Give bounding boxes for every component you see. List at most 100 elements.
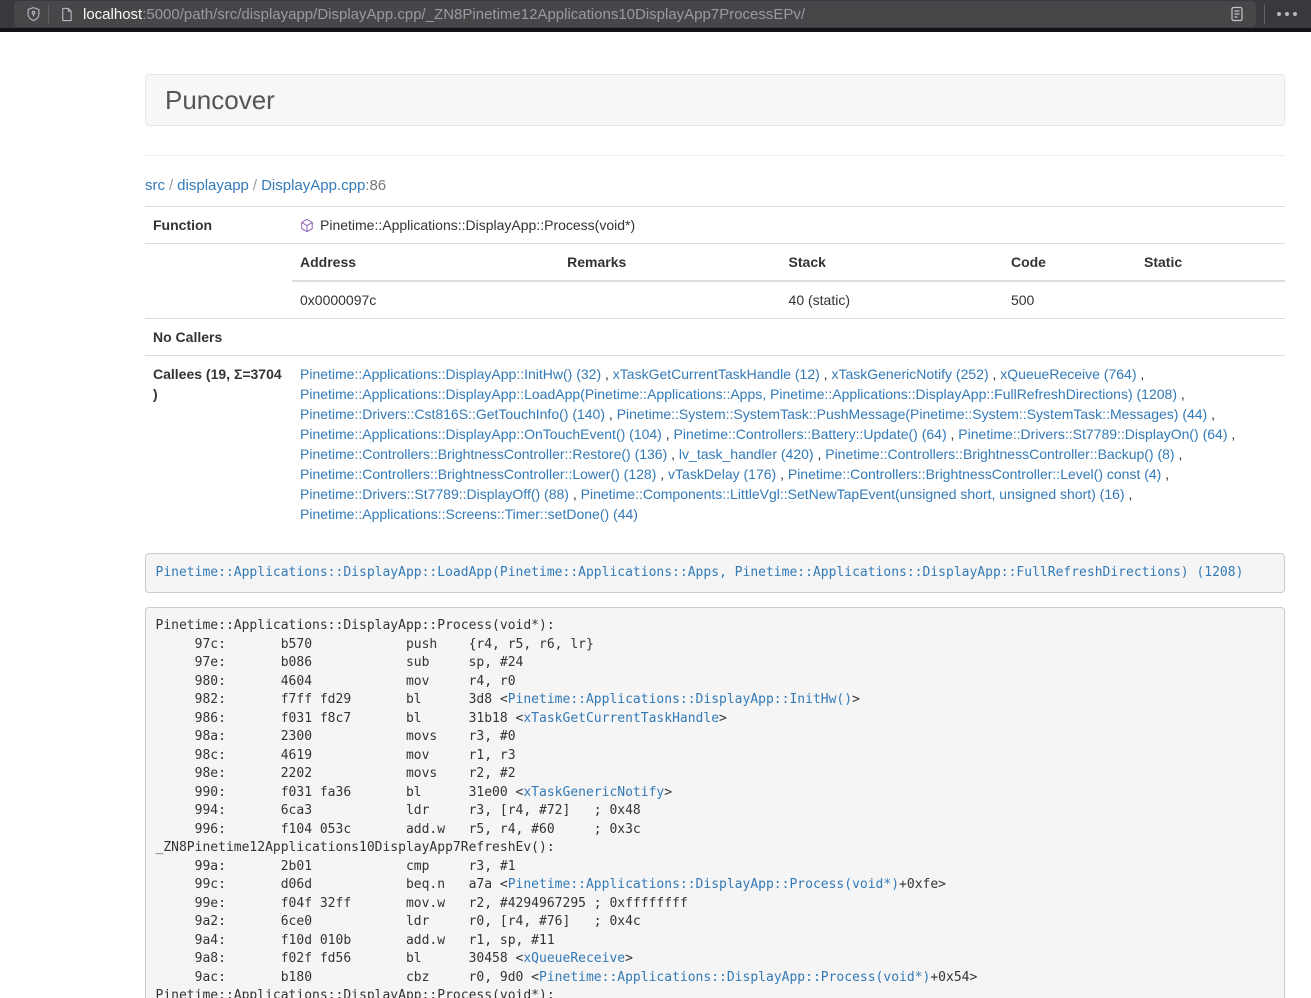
asm-text: 98c: 4619 mov r1, r3	[156, 748, 516, 763]
asm-text: Pinetime::Applications::DisplayApp::Proc…	[156, 618, 555, 633]
asm-text: 986: f031 f8c7 bl 31b18 <	[156, 711, 524, 726]
asm-text: >	[625, 951, 633, 966]
asm-text: >	[664, 785, 672, 800]
breadcrumb-link-src[interactable]: src	[145, 177, 165, 194]
address-bar[interactable]: localhost:5000/path/src/displayapp/Displ…	[14, 1, 1256, 27]
function-label: Function	[145, 207, 292, 244]
callee-link[interactable]: xTaskGetCurrentTaskHandle (12)	[613, 366, 820, 382]
breadcrumb-link-file[interactable]: DisplayApp.cpp	[261, 177, 365, 194]
browser-toolbar: localhost:5000/path/src/displayapp/Displ…	[0, 0, 1311, 32]
column-static: Static	[1136, 244, 1285, 281]
callee-separator: ,	[1161, 466, 1169, 482]
callee-separator: ,	[1175, 446, 1183, 462]
code-value: 500	[1003, 281, 1136, 318]
callee-link[interactable]: vTaskDelay (176)	[668, 466, 776, 482]
table-row: No Callers	[145, 319, 1285, 356]
table-row: Address Remarks Stack Code Static 0x0000…	[145, 244, 1285, 319]
callee-link[interactable]: Pinetime::Components::LittleVgl::SetNewT…	[581, 486, 1125, 502]
asm-symbol-link[interactable]: Pinetime::Applications::DisplayApp::Proc…	[539, 970, 930, 985]
callees-list: Pinetime::Applications::DisplayApp::Init…	[292, 356, 1285, 533]
callee-separator: ,	[1228, 426, 1236, 442]
breadcrumb-link-displayapp[interactable]: displayapp	[177, 177, 249, 194]
asm-text: 98a: 2300 movs r3, #0	[156, 729, 516, 744]
callee-link[interactable]: Pinetime::Drivers::St7789::DisplayOn() (…	[958, 426, 1227, 442]
callee-link[interactable]: xQueueReceive (764)	[1000, 366, 1136, 382]
callee-separator: ,	[1136, 366, 1144, 382]
asm-text: 98e: 2202 movs r2, #2	[156, 766, 516, 781]
url-path: :5000/path/src/displayapp/DisplayApp.cpp…	[142, 6, 805, 23]
callee-link[interactable]: xTaskGenericNotify (252)	[831, 366, 988, 382]
toolbar-separator	[1264, 4, 1265, 24]
callee-separator: ,	[776, 466, 788, 482]
callee-link[interactable]: Pinetime::Applications::DisplayApp::OnTo…	[300, 426, 662, 442]
remarks-value	[559, 281, 780, 318]
brand-header: Puncover	[145, 74, 1285, 126]
asm-text: 9a2: 6ce0 ldr r0, [r4, #76] ; 0x4c	[156, 914, 641, 929]
callee-link[interactable]: Pinetime::Controllers::BrightnessControl…	[300, 446, 667, 462]
address-value: 0x0000097c	[292, 281, 559, 318]
callee-separator: ,	[814, 446, 826, 462]
callee-link[interactable]: Pinetime::Applications::DisplayApp::Load…	[300, 386, 1177, 402]
callee-link[interactable]: Pinetime::Applications::Screens::Timer::…	[300, 506, 638, 522]
column-address: Address	[292, 244, 559, 281]
callee-separator: ,	[605, 406, 617, 422]
breadcrumb-separator: /	[165, 177, 177, 194]
no-callers-value	[292, 319, 1285, 356]
reader-mode-icon[interactable]	[1226, 3, 1248, 25]
urlbar-separator	[48, 5, 49, 23]
menu-icon[interactable]	[1273, 6, 1301, 22]
callees-label: Callees (19, Σ=3704 )	[145, 356, 292, 533]
callee-link[interactable]: Pinetime::Applications::DisplayApp::Init…	[300, 366, 601, 382]
asm-text: 994: 6ca3 ldr r3, [r4, #72] ; 0x48	[156, 803, 641, 818]
column-stack: Stack	[781, 244, 1003, 281]
no-callers-label: No Callers	[145, 319, 292, 356]
url-text: localhost:5000/path/src/displayapp/Displ…	[83, 6, 1226, 23]
symbol-cube-icon	[300, 218, 314, 233]
callee-link[interactable]: Pinetime::Controllers::BrightnessControl…	[825, 446, 1174, 462]
asm-symbol-link[interactable]: xTaskGetCurrentTaskHandle	[523, 711, 719, 726]
callee-link[interactable]: Pinetime::Controllers::Battery::Update()…	[674, 426, 947, 442]
caller-snippet-block: Pinetime::Applications::DisplayApp::Load…	[145, 553, 1285, 593]
column-code: Code	[1003, 244, 1136, 281]
symbol-stats-table: Address Remarks Stack Code Static 0x0000…	[292, 244, 1285, 318]
asm-symbol-link[interactable]: Pinetime::Applications::DisplayApp::Init…	[508, 692, 852, 707]
callee-link[interactable]: Pinetime::Controllers::BrightnessControl…	[300, 466, 656, 482]
asm-text: 996: f104 053c add.w r5, r4, #60 ; 0x3c	[156, 822, 641, 837]
asm-symbol-link[interactable]: Pinetime::Applications::DisplayApp::Proc…	[508, 877, 899, 892]
callee-link[interactable]: Pinetime::Controllers::BrightnessControl…	[788, 466, 1161, 482]
stats-header-row: Address Remarks Stack Code Static	[292, 244, 1285, 281]
callee-separator: ,	[667, 446, 679, 462]
stats-value-row: 0x0000097c 40 (static) 500	[292, 281, 1285, 318]
stack-value: 40 (static)	[781, 281, 1003, 318]
callee-link[interactable]: Pinetime::Drivers::St7789::DisplayOff() …	[300, 486, 569, 502]
asm-text: +0x54>	[930, 970, 977, 985]
table-row: Callees (19, Σ=3704 ) Pinetime::Applicat…	[145, 356, 1285, 533]
callee-separator: ,	[656, 466, 668, 482]
callee-separator: ,	[569, 486, 581, 502]
callee-separator: ,	[989, 366, 1001, 382]
page-icon[interactable]	[55, 3, 77, 25]
function-detail-table: Function Pinetime::Applications::Display…	[145, 206, 1285, 532]
callee-link[interactable]: Pinetime::System::SystemTask::PushMessag…	[617, 406, 1208, 422]
asm-symbol-link[interactable]: xQueueReceive	[523, 951, 625, 966]
caller-snippet-link[interactable]: Pinetime::Applications::DisplayApp::Load…	[156, 565, 1244, 580]
callee-separator: ,	[1177, 386, 1185, 402]
asm-text: 9a4: f10d 010b add.w r1, sp, #11	[156, 933, 555, 948]
shield-icon[interactable]	[22, 3, 44, 25]
empty-header-cell	[145, 244, 292, 319]
disassembly-block: Pinetime::Applications::DisplayApp::Proc…	[145, 607, 1285, 998]
page-container: Puncover src/displayapp/DisplayApp.cpp:8…	[145, 74, 1285, 998]
asm-text: >	[852, 692, 860, 707]
asm-symbol-link[interactable]: xTaskGenericNotify	[523, 785, 664, 800]
asm-text: 982: f7ff fd29 bl 3d8 <	[156, 692, 508, 707]
breadcrumb-separator: /	[249, 177, 261, 194]
divider	[145, 155, 1285, 156]
callee-link[interactable]: lv_task_handler (420)	[679, 446, 814, 462]
callee-link[interactable]: Pinetime::Drivers::Cst816S::GetTouchInfo…	[300, 406, 605, 422]
asm-text: 97e: b086 sub sp, #24	[156, 655, 524, 670]
asm-text: +0xfe>	[899, 877, 946, 892]
asm-text: _ZN8Pinetime12Applications10DisplayApp7R…	[156, 840, 555, 855]
callee-separator: ,	[1125, 486, 1133, 502]
column-remarks: Remarks	[559, 244, 780, 281]
asm-text: 99a: 2b01 cmp r3, #1	[156, 859, 516, 874]
